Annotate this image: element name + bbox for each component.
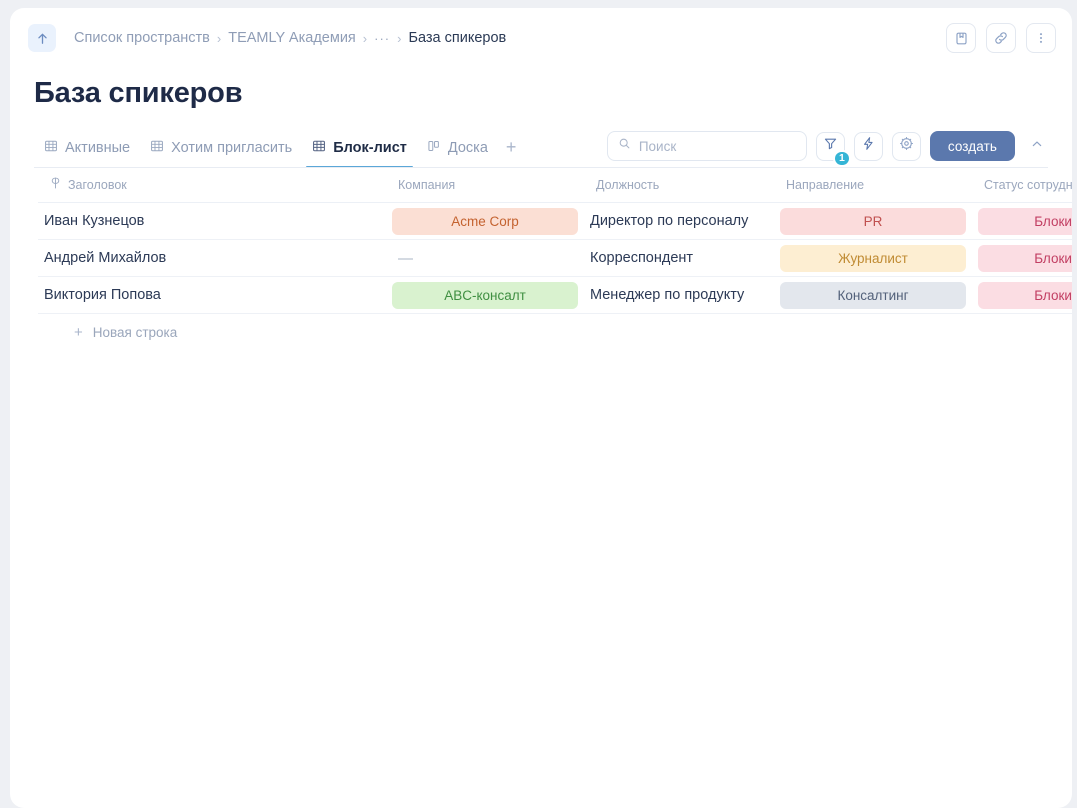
table-row[interactable]: Виктория Попова ABC-консалт Менеджер по … [38,276,1072,314]
plus-icon: + [74,324,83,340]
column-header-status[interactable]: Статус сотрудн [972,168,1072,203]
cell-role[interactable]: Директор по персоналу [584,202,774,240]
view-tabs: Активные Хотим пригласить Блок-лист Доск… [34,128,524,168]
column-header-label: Статус сотрудн [984,177,1072,192]
cell-direction[interactable]: PR [774,202,972,240]
search-box[interactable] [606,131,807,161]
cell-title[interactable]: Виктория Попова [38,276,386,314]
table-grid-icon [150,139,164,157]
tag-direction: PR [780,207,966,235]
breadcrumb-separator: › [216,30,222,46]
breadcrumb-item-teamly-academy[interactable]: TEAMLY Академия [228,30,356,46]
records-table: Заголовок Компания Должность Направление… [38,168,1072,314]
lightning-icon [861,136,876,156]
breadcrumb-ellipsis[interactable]: ··· [374,31,390,46]
more-options-button[interactable] [1026,23,1056,53]
cell-title[interactable]: Иван Кузнецов [38,202,386,240]
cell-company[interactable]: Acme Corp [386,202,584,240]
title-field-icon [50,177,61,192]
column-header-direction[interactable]: Направление [774,168,972,203]
add-new-row-label: Новая строка [92,325,178,340]
cell-title[interactable]: Андрей Михайлов [38,239,386,277]
table-container: Заголовок Компания Должность Направление… [10,168,1072,340]
table-header-row: Заголовок Компания Должность Направление… [38,168,1072,203]
cell-status[interactable]: Блокировка [972,239,1072,277]
column-header-title[interactable]: Заголовок [38,168,386,203]
tag-company: ABC-консалт [392,281,578,309]
cell-company[interactable]: ABC-консалт [386,276,584,314]
breadcrumb-item-spaces[interactable]: Список пространств [74,30,210,46]
tag-direction: Консалтинг [780,281,966,309]
tag-company: Acme Corp [392,207,578,235]
column-header-label: Направление [786,177,865,192]
arrow-up-icon [35,31,50,46]
empty-value: — [398,249,413,267]
tag-status: Блокировка [978,244,1072,272]
tab-doska[interactable]: Доска [417,139,498,168]
chevron-up-icon [1030,137,1044,156]
cell-status[interactable]: Блокировка [972,276,1072,314]
tag-status: Блокировка [978,281,1072,309]
topbar: Список пространств › TEAMLY Академия › ·… [10,8,1072,68]
gear-icon [899,136,914,156]
tabs-divider [34,167,1048,168]
cell-direction[interactable]: Журналист [774,239,972,277]
table-row[interactable]: Андрей Михайлов — Корреспондент Журналис… [38,239,1072,277]
breadcrumb-item-current: База спикеров [408,30,507,46]
page-title: База спикеров [34,77,243,109]
tag-status: Блокировка [978,207,1072,235]
topbar-actions [946,23,1056,53]
bookmark-icon [954,31,969,46]
create-button[interactable]: создать [929,131,1015,161]
tab-hotim-priglasit[interactable]: Хотим пригласить [140,139,302,168]
add-view-button[interactable]: + [498,138,525,168]
column-header-label: Компания [398,177,456,192]
cell-status[interactable]: Блокировка [972,202,1072,240]
bookmark-button[interactable] [946,23,976,53]
table-row[interactable]: Иван Кузнецов Acme Corp Директор по перс… [38,202,1072,240]
settings-button[interactable] [891,131,921,161]
search-icon [618,137,631,155]
share-link-button[interactable] [986,23,1016,53]
filter-count-badge: 1 [833,149,851,167]
column-header-role[interactable]: Должность [584,168,774,203]
column-header-label: Должность [596,177,660,192]
tag-direction: Журналист [780,244,966,272]
tab-blok-list[interactable]: Блок-лист [302,139,417,168]
kanban-board-icon [427,139,441,157]
breadcrumb-separator: › [397,30,402,46]
tab-label: Доска [447,140,488,156]
breadcrumb: Список пространств › TEAMLY Академия › ·… [74,30,946,46]
collapse-toolbar-button[interactable] [1026,133,1048,159]
more-vertical-icon [1034,31,1048,45]
add-new-row-button[interactable]: + Новая строка [38,314,177,340]
cell-role[interactable]: Корреспондент [584,239,774,277]
back-button[interactable] [28,24,56,52]
table-toolbar: 1 создать [606,131,1048,168]
column-header-company[interactable]: Компания [386,168,584,203]
automation-button[interactable] [853,131,883,161]
cell-direction[interactable]: Консалтинг [774,276,972,314]
tab-aktivnye[interactable]: Активные [34,139,140,168]
table-grid-icon [312,139,326,157]
breadcrumb-separator: › [362,30,368,46]
tab-label: Блок-лист [333,140,407,156]
tab-label: Хотим пригласить [171,140,293,156]
table-body: Иван Кузнецов Acme Corp Директор по перс… [38,202,1072,314]
table-grid-icon [44,139,58,157]
link-icon [993,30,1009,46]
cell-role[interactable]: Менеджер по продукту [584,276,774,314]
search-input[interactable] [638,138,796,154]
tab-label: Активные [65,140,131,156]
column-header-label: Заголовок [68,177,127,192]
cell-company[interactable]: — [386,239,584,277]
tabs-toolbar-row: Активные Хотим пригласить Блок-лист Доск… [10,128,1072,168]
filter-button[interactable]: 1 [815,131,851,167]
page-card: Список пространств › TEAMLY Академия › ·… [10,8,1072,808]
